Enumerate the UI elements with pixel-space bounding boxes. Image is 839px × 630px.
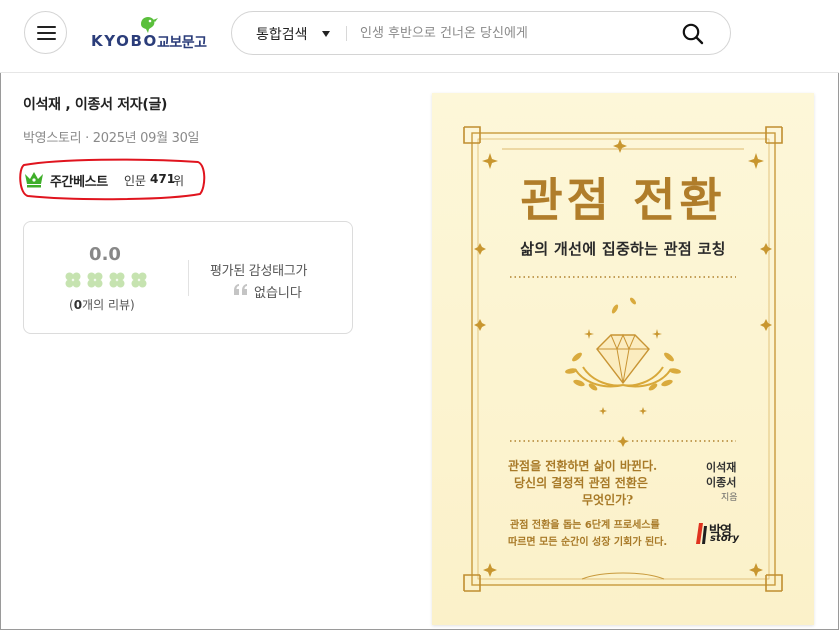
logo-text-ko: 교보문고 [157,35,207,51]
cover-desc-line1: 관점 전환을 돕는 6단계 프로세스를 [510,520,660,531]
quote-icon [234,284,247,295]
search-input[interactable] [360,20,660,46]
search-bar: 통합검색 [231,11,731,55]
cover-question-line2: 당신의 결정적 관점 전환은 [514,476,648,490]
cover-question-line1: 관점을 전환하면 삶이 바뀐다. [508,459,658,473]
review-count[interactable]: (0개의 리뷰) [69,296,135,313]
book-authors[interactable]: 이석재 , 이종서 저자(글) [23,94,167,114]
menu-icon [37,26,56,28]
logo-bird-icon [141,16,158,33]
cover-author-role: 지음 [721,493,738,503]
red-highlight-annotation [19,158,206,201]
cover-subtitle: 삶의 개선에 집중하는 관점 코칭 [520,240,726,258]
emotion-tag-text-line1: 평가된 감성태그가 [210,264,308,279]
emotion-tag-text-line2: 없습니다 [254,286,302,301]
book-cover[interactable]: 관점 전환 삶의 개선에 집중하는 관점 코칭 관점을 전환하면 삶이 바뀐다.… [432,93,814,625]
review-count-number: 0 [73,298,83,312]
search-divider [346,26,347,41]
review-summary-box: 0.0 (0개의 리뷰) 평가된 감성태그가 없습니다 [23,221,353,334]
review-divider [188,260,189,296]
review-score: 0.0 [89,244,121,265]
cover-publisher-logo: 박영 story [696,521,744,545]
menu-button[interactable] [24,11,67,54]
clover-rating-icons [65,272,147,288]
chevron-down-icon[interactable] [322,31,330,37]
publisher-date: 박영스토리 · 2025년 09월 30일 [23,131,200,146]
cover-author1: 이석재 [706,461,737,474]
menu-icon [37,38,56,40]
review-count-suffix: 개의 리뷰) [82,298,135,312]
kyobo-logo[interactable]: KYOBO 교보문고 [91,12,216,52]
publisher-logo-icon [696,523,707,544]
publisher-logo-text2: story [710,533,740,544]
logo-text-en: KYOBO [91,32,158,50]
search-icon[interactable] [680,21,706,47]
cover-desc-line2: 따르면 모든 순간이 성장 기회가 된다. [508,537,668,548]
search-category-select[interactable]: 통합검색 [256,24,308,44]
cover-author2: 이종서 [706,476,737,489]
cover-title: 관점 전환 [520,173,726,227]
menu-icon [37,32,56,34]
site-header: KYOBO 교보문고 통합검색 [0,0,839,73]
cover-question-line3: 무엇인가? [582,493,634,507]
